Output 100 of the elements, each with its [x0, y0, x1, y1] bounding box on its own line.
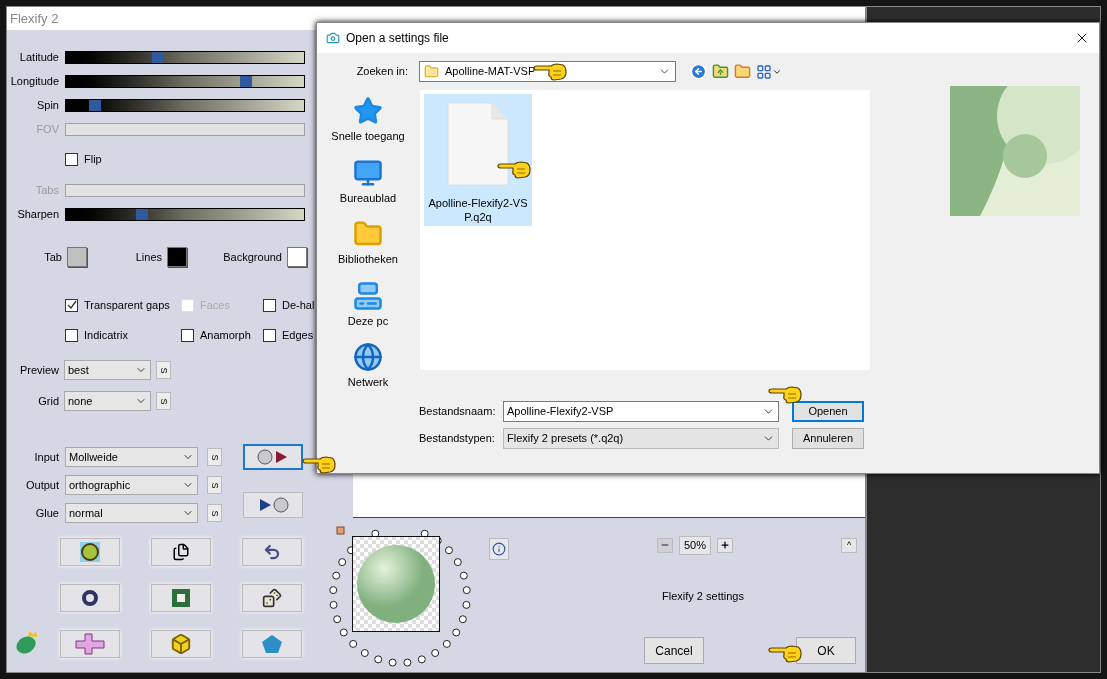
slider-track[interactable]: [65, 50, 305, 64]
color-swatch[interactable]: [67, 247, 87, 267]
slider-track[interactable]: [65, 183, 305, 197]
place-item[interactable]: Deze pc: [321, 280, 415, 329]
files-icon: [172, 543, 190, 561]
slider-label: Sharpen: [16, 206, 59, 222]
dice-icon: [262, 588, 282, 608]
save-preset-button[interactable]: [243, 492, 303, 518]
new-folder-icon[interactable]: [734, 63, 751, 80]
reset-button[interactable]: S: [207, 504, 222, 522]
checkbox-label: Edges: [282, 327, 314, 343]
place-item[interactable]: Bibliotheken: [321, 219, 415, 268]
pointing-hand-icon: [533, 61, 567, 81]
look-in-label: Zoeken in:: [355, 64, 408, 80]
settings-ok-button[interactable]: OK: [796, 637, 856, 664]
checkbox-label: Transparent gaps: [84, 297, 170, 313]
dropdown[interactable]: orthographic: [65, 475, 198, 495]
pointing-hand-icon: [768, 384, 802, 404]
slider-thumb[interactable]: [152, 51, 164, 63]
computer-icon: [353, 280, 383, 311]
folder-up-icon[interactable]: [712, 63, 729, 80]
slider-track[interactable]: [65, 207, 305, 221]
ring-icon: [81, 589, 99, 607]
zoom-in-button[interactable]: [717, 537, 733, 553]
cross-icon: [75, 633, 105, 655]
disc-arrow-icon: [257, 449, 289, 465]
place-item[interactable]: Netwerk: [321, 342, 415, 391]
place-item[interactable]: Bureaublad: [321, 157, 415, 206]
checkbox-label: Indicatrix: [84, 327, 129, 343]
slider-label: Longitude: [9, 73, 59, 89]
reset-button[interactable]: S: [207, 476, 222, 494]
tool-button[interactable]: [242, 584, 302, 612]
collapse-button[interactable]: ^: [841, 537, 857, 553]
color-swatch[interactable]: [287, 247, 307, 267]
look-in-dropdown[interactable]: Apolline-MAT-VSP: [419, 61, 676, 82]
reset-button[interactable]: S: [207, 448, 222, 466]
pointing-hand-icon: [768, 643, 802, 663]
checkbox[interactable]: [65, 298, 78, 312]
color-label: Tab: [44, 249, 62, 265]
slider-label: FOV: [35, 121, 59, 137]
open-button[interactable]: Openen: [792, 400, 864, 422]
load-preset-button[interactable]: [243, 444, 303, 470]
pointing-hand-icon: [497, 159, 531, 179]
slider-label: Tabs: [34, 182, 59, 198]
tool-button[interactable]: [60, 538, 120, 566]
field-label: Bestandstypen:: [419, 430, 496, 446]
checkbox-label: De-hal: [282, 297, 315, 313]
checkbox-label: Faces: [200, 297, 230, 313]
dropdown[interactable]: normal: [65, 503, 198, 523]
zoom-out-button[interactable]: [657, 537, 673, 553]
undo-icon: [263, 543, 281, 561]
checkbox-label: Anamorph: [200, 327, 251, 343]
color-label: Lines: [135, 249, 162, 265]
back-icon[interactable]: [690, 63, 707, 80]
zoom-level: 50%: [679, 536, 711, 555]
info-icon: [492, 542, 506, 556]
checkbox[interactable]: [263, 298, 276, 312]
file-cancel-button[interactable]: Annuleren: [792, 427, 864, 449]
filename-field[interactable]: Apolline-Flexify2-VSP: [503, 400, 779, 422]
reset-button[interactable]: S: [156, 392, 171, 410]
field-label: Bestandsnaam:: [419, 403, 497, 419]
pentagon-icon: [261, 634, 283, 654]
checkbox[interactable]: [65, 153, 78, 166]
place-item[interactable]: Snelle toegang: [321, 96, 415, 145]
checkbox[interactable]: [181, 328, 194, 342]
window-title: Flexify 2: [10, 9, 59, 28]
slider-label: Latitude: [18, 49, 59, 65]
slider-thumb[interactable]: [136, 208, 148, 220]
file-item[interactable]: Apolline-Flexify2-VSP.q2q: [424, 94, 532, 226]
field-label: Glue: [34, 505, 59, 521]
settings-cancel-button[interactable]: Cancel: [644, 637, 704, 664]
info-button[interactable]: [489, 538, 509, 560]
camera-icon: [326, 31, 340, 45]
plus-icon: [720, 540, 730, 551]
slider-thumb[interactable]: [240, 75, 252, 87]
checkbox[interactable]: [263, 328, 276, 342]
filetype-dropdown[interactable]: Flexify 2 presets (*.q2q): [503, 427, 779, 449]
disc-arrow-icon: [257, 497, 289, 513]
status-text: Flexify 2 settings: [662, 588, 744, 604]
slider-thumb[interactable]: [89, 99, 101, 111]
dropdown[interactable]: Mollweide: [65, 447, 198, 467]
color-label: Background: [223, 249, 282, 265]
dialog-title: Open a settings file: [346, 30, 450, 47]
slider-track[interactable]: [65, 98, 305, 112]
tool-button[interactable]: [151, 538, 211, 566]
slider-track[interactable]: [65, 74, 305, 88]
color-swatch[interactable]: [167, 247, 187, 267]
tool-button[interactable]: [242, 538, 302, 566]
tool-button[interactable]: [60, 584, 120, 612]
slider-label: Spin: [35, 97, 59, 113]
field-label: Grid: [37, 393, 59, 409]
square-frame-icon: [171, 588, 191, 608]
view-menu-icon[interactable]: [756, 63, 782, 80]
dropdown[interactable]: none: [64, 391, 151, 411]
dropdown[interactable]: best: [64, 360, 151, 380]
pointing-hand-icon: [302, 454, 336, 474]
checkbox[interactable]: [65, 328, 78, 342]
star-icon: [353, 96, 383, 126]
reset-button[interactable]: S: [156, 361, 171, 379]
slider-track[interactable]: [65, 122, 305, 136]
